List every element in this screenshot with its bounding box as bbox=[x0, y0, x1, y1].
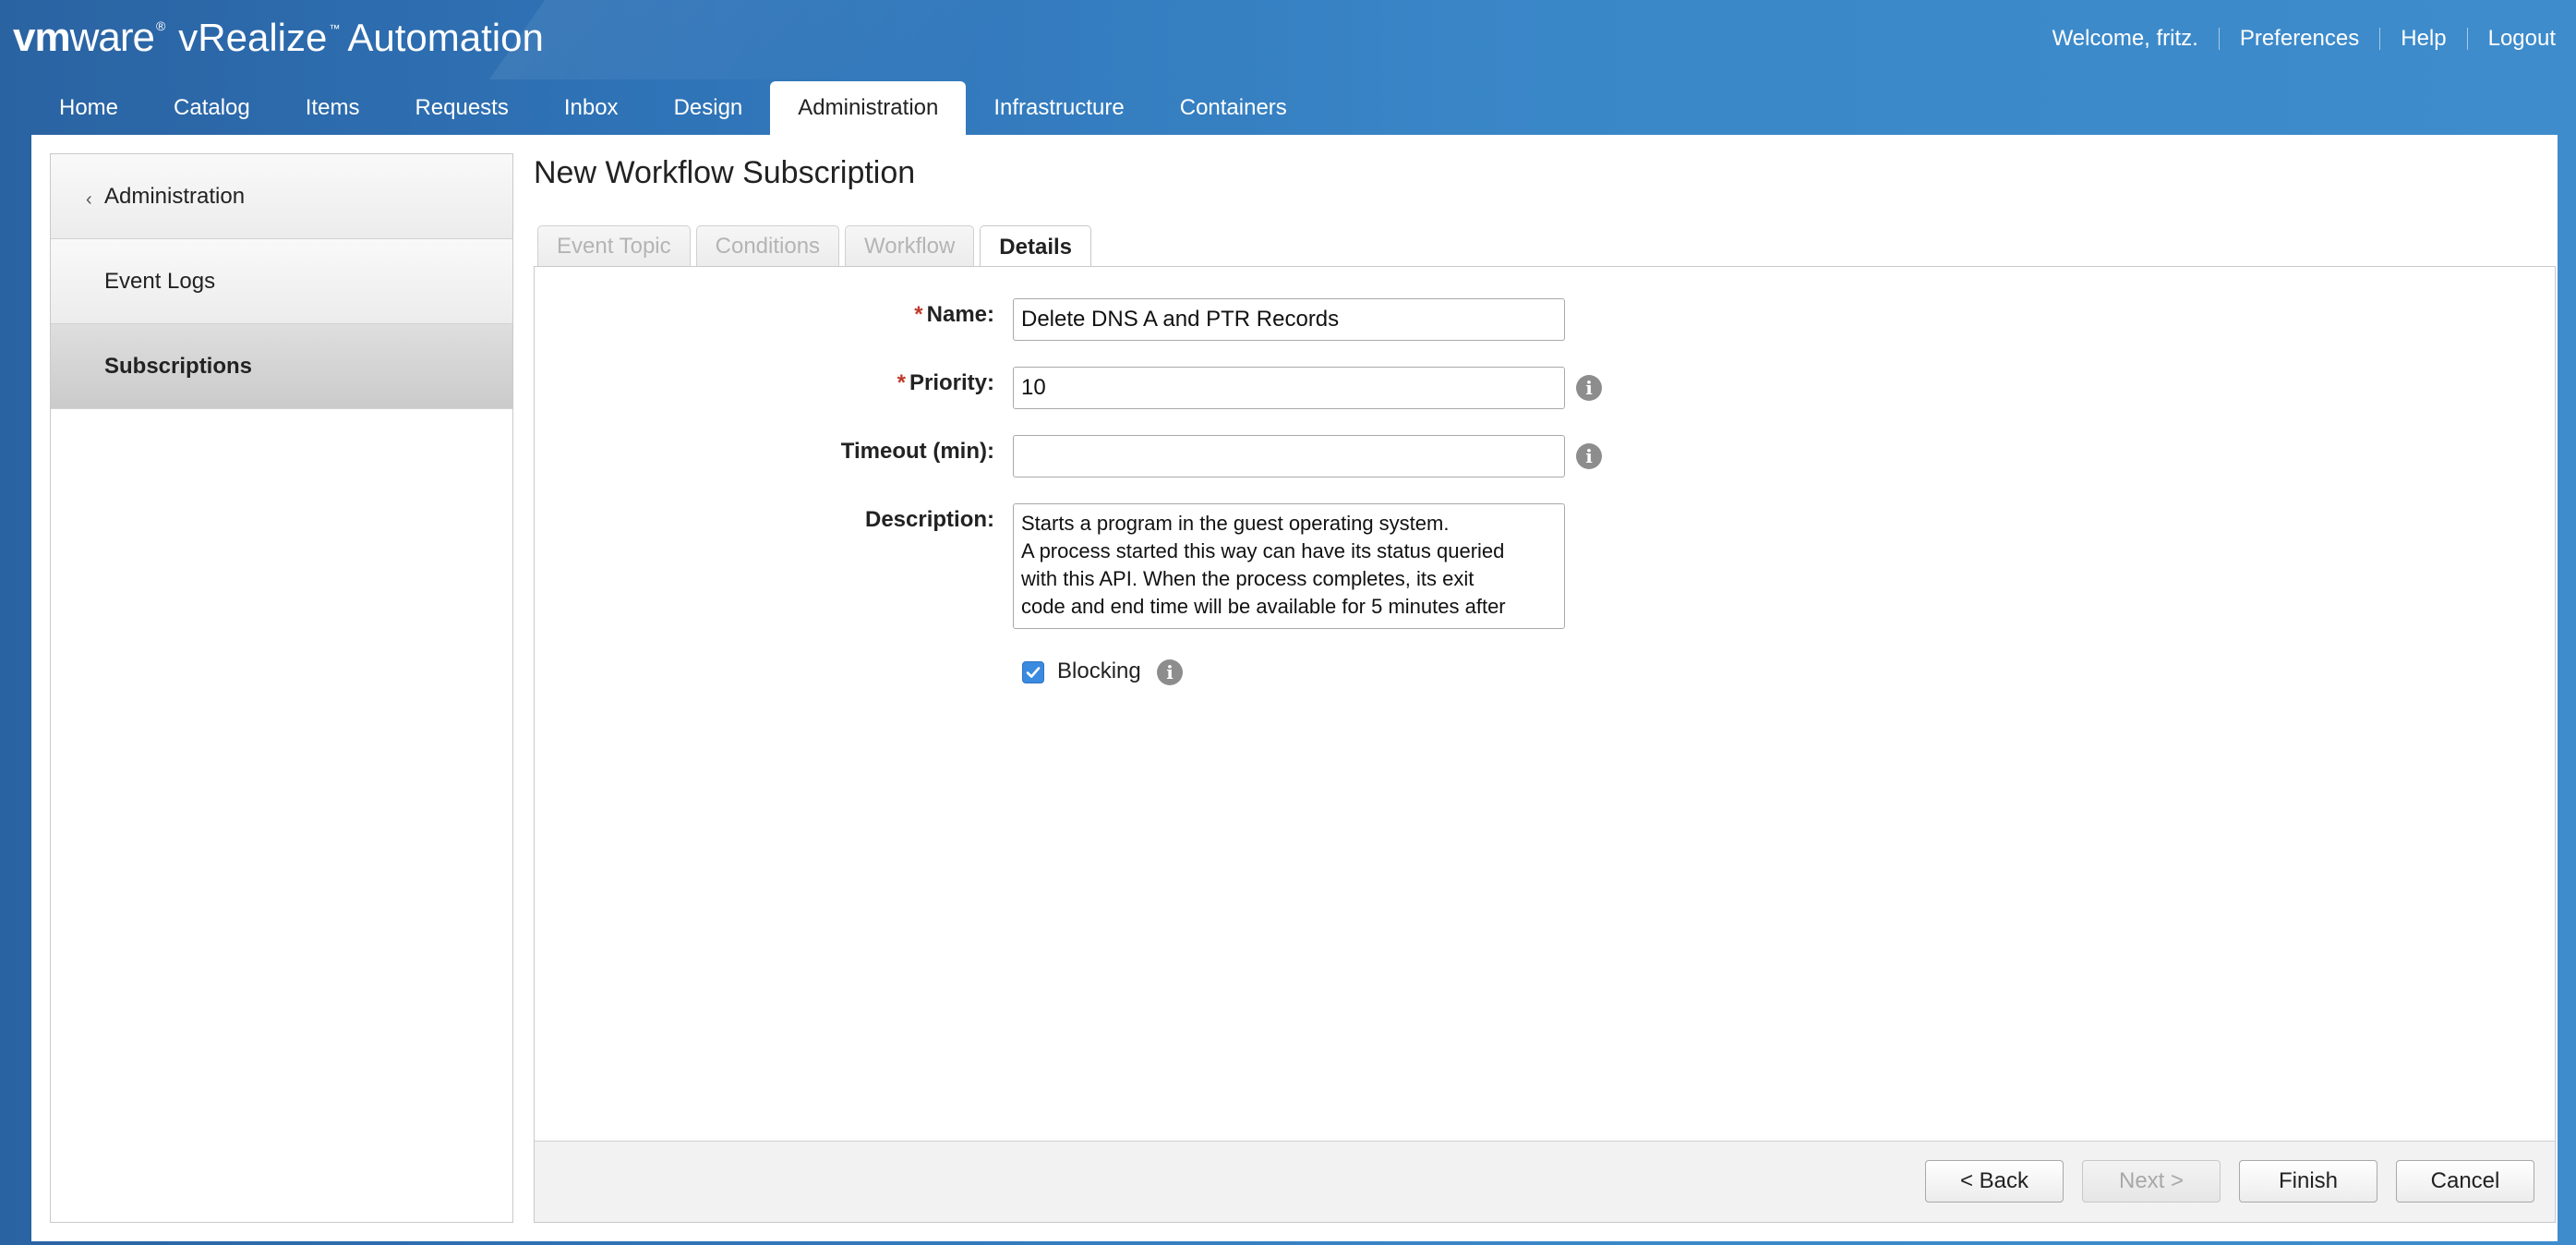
description-field[interactable]: Starts a program in the guest operating … bbox=[1013, 503, 1565, 629]
logo-ware: ware bbox=[69, 15, 155, 60]
priority-info-icon[interactable]: i bbox=[1576, 375, 1602, 401]
user-links: Welcome, fritz. Preferences Help Logout bbox=[2052, 26, 2556, 52]
tab-workflow[interactable]: Workflow bbox=[845, 225, 975, 266]
sidebar: ‹ Administration Event Logs Subscription… bbox=[50, 153, 513, 1223]
priority-label: * Priority: bbox=[897, 370, 994, 395]
divider bbox=[2379, 28, 2381, 50]
logo-registered: ® bbox=[155, 18, 166, 33]
wizard-tabs: Event Topic Conditions Workflow Details bbox=[537, 225, 1091, 268]
back-button[interactable]: < Back bbox=[1925, 1160, 2064, 1203]
tab-inbox[interactable]: Inbox bbox=[536, 81, 646, 135]
preferences-link[interactable]: Preferences bbox=[2240, 26, 2359, 52]
product-name: vRealize bbox=[178, 16, 328, 59]
name-field[interactable]: Delete DNS A and PTR Records bbox=[1013, 298, 1565, 341]
tab-design[interactable]: Design bbox=[646, 81, 771, 135]
page-title: New Workflow Subscription bbox=[534, 155, 916, 190]
vmware-logo: vm ware ® vRealize ™ Automation bbox=[13, 15, 544, 65]
divider bbox=[2466, 28, 2468, 50]
tab-details[interactable]: Details bbox=[980, 225, 1091, 268]
name-label: * Name: bbox=[914, 302, 994, 327]
timeout-info-icon[interactable]: i bbox=[1576, 443, 1602, 469]
welcome-text: Welcome, fritz. bbox=[2052, 26, 2198, 51]
details-panel: * Name: Delete DNS A and PTR Records * Pri… bbox=[534, 266, 2556, 1223]
cancel-button[interactable]: Cancel bbox=[2396, 1160, 2534, 1203]
tab-conditions[interactable]: Conditions bbox=[695, 225, 840, 266]
sidebar-item-subscriptions[interactable]: Subscriptions bbox=[51, 324, 512, 409]
sidebar-item-label: Event Logs bbox=[104, 268, 216, 294]
required-marker: * bbox=[914, 302, 923, 327]
required-marker: * bbox=[897, 370, 906, 395]
tab-home[interactable]: Home bbox=[31, 81, 146, 135]
product-name-2: Automation bbox=[347, 16, 544, 59]
tab-event-topic[interactable]: Event Topic bbox=[537, 225, 691, 266]
main-nav: Home Catalog Items Requests Inbox Design… bbox=[31, 81, 1315, 135]
sidebar-item-administration[interactable]: ‹ Administration bbox=[51, 154, 512, 239]
blocking-info-icon[interactable]: i bbox=[1157, 659, 1183, 685]
divider bbox=[2218, 28, 2220, 50]
wizard-footer: < Back Next > Finish Cancel bbox=[535, 1141, 2555, 1222]
product-trademark: ™ bbox=[329, 22, 341, 35]
timeout-field[interactable] bbox=[1013, 435, 1565, 477]
top-header: vm ware ® vRealize ™ Automation Welcome, fri… bbox=[0, 0, 2576, 79]
logout-link[interactable]: Logout bbox=[2488, 26, 2556, 52]
main-content: ‹ Administration Event Logs Subscription… bbox=[31, 135, 2558, 1241]
priority-field[interactable]: 10 bbox=[1013, 367, 1565, 409]
tab-requests[interactable]: Requests bbox=[387, 81, 536, 135]
tab-containers[interactable]: Containers bbox=[1152, 81, 1315, 135]
tab-administration[interactable]: Administration bbox=[770, 81, 967, 135]
chevron-left-icon: ‹ bbox=[86, 189, 92, 210]
tab-items[interactable]: Items bbox=[278, 81, 388, 135]
description-label: Description: bbox=[864, 507, 994, 532]
timeout-label: Timeout (min): bbox=[840, 439, 994, 464]
sidebar-item-label: Subscriptions bbox=[104, 353, 253, 379]
sidebar-item-label: Administration bbox=[104, 183, 246, 209]
finish-button[interactable]: Finish bbox=[2239, 1160, 2377, 1203]
header-decoration bbox=[488, 0, 1026, 79]
blocking-checkbox[interactable] bbox=[1022, 661, 1044, 683]
help-link[interactable]: Help bbox=[2401, 26, 2446, 52]
tab-catalog[interactable]: Catalog bbox=[146, 81, 278, 135]
blocking-label: Blocking bbox=[1057, 659, 1141, 683]
sidebar-item-event-logs[interactable]: Event Logs bbox=[51, 239, 512, 324]
checkmark-icon bbox=[1026, 667, 1041, 678]
next-button[interactable]: Next > bbox=[2082, 1160, 2221, 1203]
tab-infrastructure[interactable]: Infrastructure bbox=[966, 81, 1151, 135]
logo-vm: vm bbox=[13, 15, 71, 60]
